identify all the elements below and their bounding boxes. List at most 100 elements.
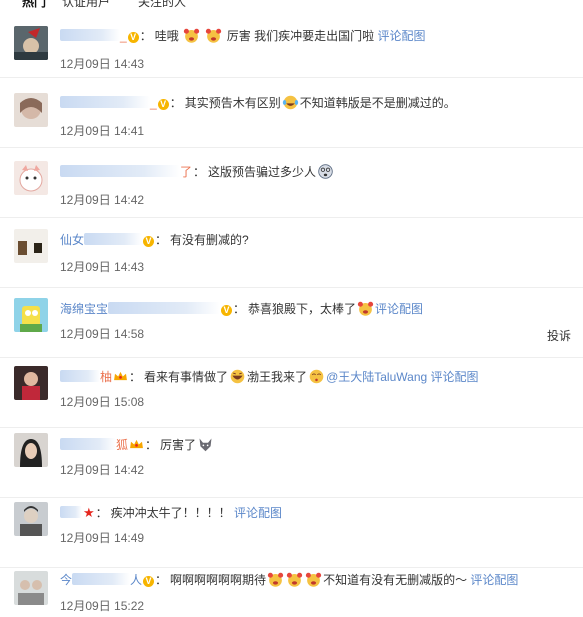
username[interactable]: 今人 — [60, 573, 142, 587]
comment-item: _ V：哇哦 厉害 我们疾冲要走出国门啦 评论配图 12月09日 14:43 — [0, 8, 583, 78]
username-blur — [108, 302, 221, 314]
emoji-wolf-icon — [199, 438, 212, 452]
mention-link[interactable]: @王大陆TaluWang — [326, 370, 427, 384]
view-comment-image-link[interactable]: 评论配图 — [375, 302, 423, 316]
comment-text: 恭喜狼殿下，太棒了 — [248, 302, 357, 316]
vip-v-badge-icon: V — [143, 236, 155, 247]
avatar-image — [14, 366, 48, 400]
view-comment-image-link[interactable]: 评论配图 — [470, 573, 518, 587]
vip-v-badge-icon: V — [127, 32, 139, 43]
username[interactable]: 了 — [60, 165, 192, 179]
emoji-cheer-icon — [206, 28, 222, 43]
comment-text-continued: 不知道有没有无删减版的～ — [323, 573, 468, 587]
comment-text-continued: 不知道韩版是不是删减过的。 — [299, 96, 456, 110]
comment-item: 今人 V：啊啊啊啊啊啊期待 不知道有没有无删减版的～ 评论配图 12月09日 15:… — [0, 568, 583, 617]
username[interactable]: 海绵宝宝 — [60, 302, 221, 316]
comment-text: 厉害了 — [160, 438, 197, 452]
comment-timestamp: 12月09日 14:41 — [60, 124, 145, 138]
view-comment-image-link[interactable]: 评论配图 — [234, 506, 282, 520]
comment-timestamp: 12月09日 14:42 — [60, 463, 145, 477]
comment-text-continued: 渤王我来了 — [247, 370, 308, 384]
comment-text: 看来有事情做了 — [144, 370, 229, 384]
tab-verified-users[interactable]: 认证用户 — [62, 0, 110, 8]
comment-filter-tabs: 热门 认证用户 关注的人 — [0, 0, 583, 8]
emoji-dizzy-icon — [318, 164, 333, 179]
comment-item: 海绵宝宝 V：恭喜狼殿下，太棒了 评论配图 12月09日 14:58 投诉 — [0, 288, 583, 358]
comment-item: _ V：其实预告木有区别 不知道韩版是不是删减过的。 12月09日 14:41 — [0, 78, 583, 148]
emoji-kiss-icon — [309, 369, 324, 384]
comment-timestamp: 12月09日 15:22 — [60, 599, 145, 613]
username-blur — [72, 573, 131, 585]
avatar[interactable] — [14, 433, 48, 467]
vip-star-icon: ★ — [83, 505, 95, 520]
view-comment-image-link[interactable]: 评论配图 — [377, 29, 425, 43]
comment-body: 狐：厉害了 — [60, 436, 215, 454]
emoji-cheer-icon — [267, 572, 284, 587]
avatar-image — [14, 571, 48, 605]
username[interactable]: _ — [60, 96, 157, 110]
comment-body: 柚：看来有事情做了 渤王我来了 @王大陆TaluWang 评论配图 — [60, 368, 479, 386]
avatar[interactable] — [14, 229, 48, 263]
comment-timestamp: 12月09日 14:43 — [60, 57, 145, 71]
view-comment-image-link[interactable]: 评论配图 — [431, 370, 479, 384]
avatar-image — [14, 298, 48, 332]
comment-timestamp: 12月09日 15:08 — [60, 395, 145, 409]
vip-v-badge-icon: V — [221, 305, 233, 316]
comment-text: 哇哦 — [154, 29, 179, 43]
username-blur — [60, 506, 82, 518]
comment-text: 啊啊啊啊啊啊期待 — [170, 573, 267, 587]
comment-text: 这版预告骗过多少人 — [208, 165, 317, 179]
username-blur — [60, 29, 120, 41]
comment-text-continued: 厉害 我们疾冲要走出国门啦 — [226, 29, 375, 43]
comment-timestamp: 12月09日 14:43 — [60, 260, 145, 274]
username-blur — [60, 165, 180, 177]
emoji-laugh-icon — [230, 369, 245, 384]
emoji-laugh-tears-icon — [282, 95, 298, 110]
avatar-image — [14, 229, 48, 263]
emoji-cheer-icon — [183, 28, 200, 43]
tab-hot[interactable]: 热门 — [22, 0, 46, 8]
username-blur — [60, 438, 116, 450]
username[interactable]: 狐 — [60, 438, 128, 452]
vip-crown-icon — [114, 371, 127, 381]
username-blur — [60, 370, 100, 382]
comment-timestamp: 12月09日 14:58 — [60, 327, 145, 341]
comment-body: 今人 V：啊啊啊啊啊啊期待 不知道有没有无删减版的～ 评论配图 — [60, 572, 519, 587]
avatar-image — [14, 161, 48, 195]
comment-body: 海绵宝宝 V：恭喜狼殿下，太棒了 评论配图 — [60, 301, 424, 316]
avatar-image — [14, 26, 48, 60]
avatar[interactable] — [14, 93, 48, 127]
comment-text: 其实预告木有区别 — [184, 96, 281, 110]
comment-text: 疾冲冲太牛了！！！！ — [110, 506, 231, 520]
avatar[interactable] — [14, 26, 48, 60]
comment-item: 柚：看来有事情做了 渤王我来了 @王大陆TaluWang 评论配图 12月09日 1… — [0, 358, 583, 428]
vip-v-badge-icon: V — [157, 99, 169, 110]
avatar[interactable] — [14, 298, 48, 332]
emoji-cheer-icon — [357, 301, 374, 316]
tab-following[interactable]: 关注的人 — [138, 0, 186, 8]
username[interactable] — [60, 506, 82, 520]
username-blur — [60, 96, 150, 108]
comment-item: ★： 疾冲冲太牛了！！！！ 评论配图 12月09日 14:49 — [0, 498, 583, 568]
comment-body: 了： 这版预告骗过多少人 — [60, 163, 335, 181]
comment-timestamp: 12月09日 14:42 — [60, 193, 145, 207]
vip-v-badge-icon: V — [143, 576, 155, 587]
emoji-cheer-icon — [305, 572, 322, 587]
comment-item: 仙女 V：有没有删减的? 12月09日 14:43 — [0, 218, 583, 288]
comment-text: 有没有删减的? — [170, 233, 249, 247]
username[interactable]: 柚 — [60, 370, 112, 384]
comment-timestamp: 12月09日 14:49 — [60, 531, 145, 545]
avatar[interactable] — [14, 571, 48, 605]
vip-crown-icon — [130, 439, 143, 449]
comment-body: _ V：哇哦 厉害 我们疾冲要走出国门啦 评论配图 — [60, 27, 425, 45]
username[interactable]: _ — [60, 29, 127, 43]
avatar[interactable] — [14, 366, 48, 400]
avatar[interactable] — [14, 502, 48, 536]
username[interactable]: 仙女 — [60, 233, 143, 247]
report-link[interactable]: 投诉 — [547, 327, 571, 344]
comment-item: 了： 这版预告骗过多少人 12月09日 14:42 — [0, 148, 583, 218]
emoji-cheer-icon — [286, 572, 303, 587]
comment-body: ★： 疾冲冲太牛了！！！！ 评论配图 — [60, 504, 282, 522]
avatar[interactable] — [14, 161, 48, 195]
avatar-image — [14, 502, 48, 536]
